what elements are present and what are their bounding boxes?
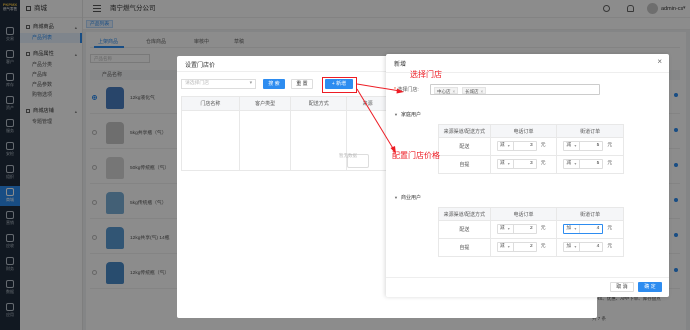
annotation-arrows bbox=[356, 83, 404, 154]
arrow-to-price bbox=[356, 88, 395, 151]
arrow-to-store bbox=[356, 83, 401, 92]
arrow-head bbox=[390, 146, 396, 154]
arrow-head bbox=[396, 88, 404, 94]
